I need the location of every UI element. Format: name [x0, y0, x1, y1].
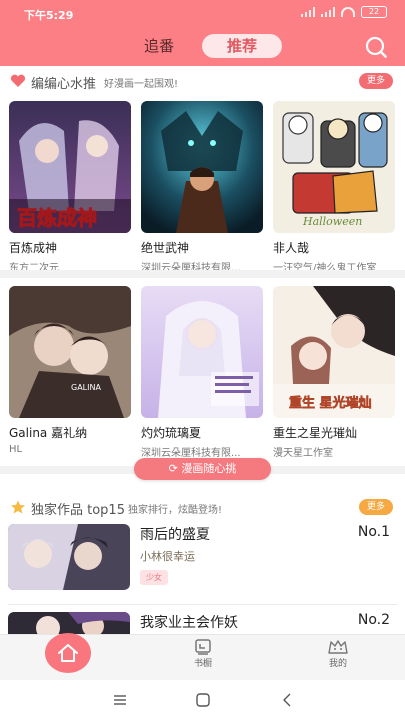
cover-title: 重生 星光璀灿: [289, 395, 372, 411]
nav-bookshelf[interactable]: 书橱: [183, 639, 223, 669]
comic-cover: 百炼成神: [9, 101, 131, 233]
list-item[interactable]: 雨后的盛夏 No.1 小林很幸运 少女: [8, 524, 398, 592]
comic-card[interactable]: 灼灼琉璃夏 深圳云朵厘科技有限...: [141, 286, 263, 459]
nav-profile-label: 我的: [328, 659, 347, 669]
bottom-nav: 书橱 我的: [0, 633, 405, 680]
comic-title: 我家业主会作妖: [140, 615, 238, 631]
comic-card[interactable]: Halloween 非人哉 一汪空气/神么鬼工作室: [273, 101, 395, 274]
random-pick-button[interactable]: ⟳ 漫画随心挑: [134, 458, 271, 480]
nav-bookshelf-label: 书橱: [193, 659, 212, 669]
comic-author: 漫天星工作室: [273, 448, 333, 459]
profile-icon: [328, 640, 348, 654]
heart-icon: [10, 74, 26, 87]
battery-icon: 22: [361, 6, 387, 18]
nav-profile[interactable]: 我的: [318, 639, 358, 669]
comic-thumbnail: [8, 524, 130, 590]
status-icons: 22: [301, 6, 387, 18]
bookshelf-icon: [195, 639, 211, 655]
menu-icon[interactable]: [112, 692, 128, 708]
wifi-icon: [341, 7, 355, 17]
signal-icon: [301, 7, 315, 17]
comic-thumbnail: [8, 612, 130, 634]
nav-home[interactable]: [45, 633, 91, 673]
back-icon[interactable]: [280, 692, 296, 708]
comic-cover: 重生 星光璀灿: [273, 286, 395, 418]
status-time: 下午5:29: [24, 9, 74, 22]
tab-recommend[interactable]: 推荐: [202, 34, 282, 58]
comic-title: 灼灼琉璃夏: [141, 426, 202, 440]
comic-cover: [141, 286, 263, 418]
exclusive-title: 独家作品 top15: [31, 503, 125, 518]
comic-title: Galina 嘉礼纳: [9, 426, 88, 440]
comic-card[interactable]: GALINA Galina 嘉礼纳 HL: [9, 286, 131, 455]
random-pick-label: 漫画随心挑: [181, 462, 237, 475]
comic-card[interactable]: 百炼成神 百炼成神 东方二次元: [9, 101, 131, 274]
list-item[interactable]: 我家业主会作妖 No.2: [8, 612, 398, 634]
system-nav-bar: [0, 680, 405, 720]
comic-title: 重生之星光璀灿: [273, 426, 358, 440]
comic-author: HL: [9, 444, 23, 455]
exclusive-header: 独家作品 top15 独家排行，炫酷登场! 更多: [0, 492, 405, 522]
cover-title: Halloween: [302, 215, 362, 228]
rank-number: No.2: [357, 612, 390, 628]
recommend-feed: 编编心水推 好漫画一起围观! 更多 百炼成神 百炼成神 东方二次元 绝世武神 深…: [0, 66, 405, 634]
genre-tag[interactable]: 少女: [140, 570, 168, 585]
exclusive-subtitle: 独家排行，炫酷登场!: [128, 505, 223, 516]
editor-picks-header: 编编心水推 好漫画一起围观! 更多: [0, 66, 405, 96]
editor-picks-title: 编编心水推: [31, 77, 97, 92]
top-tabs: 追番 推荐: [0, 34, 405, 62]
cover-title: 百炼成神: [17, 206, 97, 230]
comic-title: 百炼成神: [9, 241, 58, 255]
comic-cover: [141, 101, 263, 233]
editor-picks-more-button[interactable]: 更多: [358, 73, 393, 89]
comic-author: 小林很幸运: [140, 550, 195, 563]
comic-title: 雨后的盛夏: [140, 527, 210, 543]
comic-card[interactable]: 绝世武神 深圳云朵厘科技有限...: [141, 101, 263, 274]
signal-icon: [321, 7, 335, 17]
tab-follow[interactable]: 追番: [144, 34, 174, 58]
home-icon: [58, 644, 78, 662]
comic-title: 绝世武神: [141, 241, 190, 255]
comic-cover: Halloween: [273, 101, 395, 233]
refresh-icon: ⟳: [168, 462, 182, 475]
rank-number: No.1: [357, 524, 390, 540]
cover-title: GALINA: [71, 383, 101, 392]
comic-card[interactable]: 重生 星光璀灿 重生之星光璀灿 漫天星工作室: [273, 286, 395, 459]
comic-cover: GALINA: [9, 286, 131, 418]
comic-author: 深圳云朵厘科技有限...: [141, 448, 241, 459]
star-icon: [11, 500, 25, 514]
editor-picks-subtitle: 好漫画一起围观!: [104, 79, 179, 90]
exclusive-more-button[interactable]: 更多: [358, 499, 393, 515]
home-square-icon[interactable]: [195, 692, 211, 708]
app-header: 下午5:29 22 追番 推荐: [0, 0, 405, 66]
section-divider: [0, 270, 405, 278]
row-divider: [8, 604, 398, 605]
search-icon[interactable]: [365, 36, 387, 58]
status-bar: 下午5:29 22: [0, 0, 405, 26]
comic-title: 非人哉: [273, 241, 310, 255]
